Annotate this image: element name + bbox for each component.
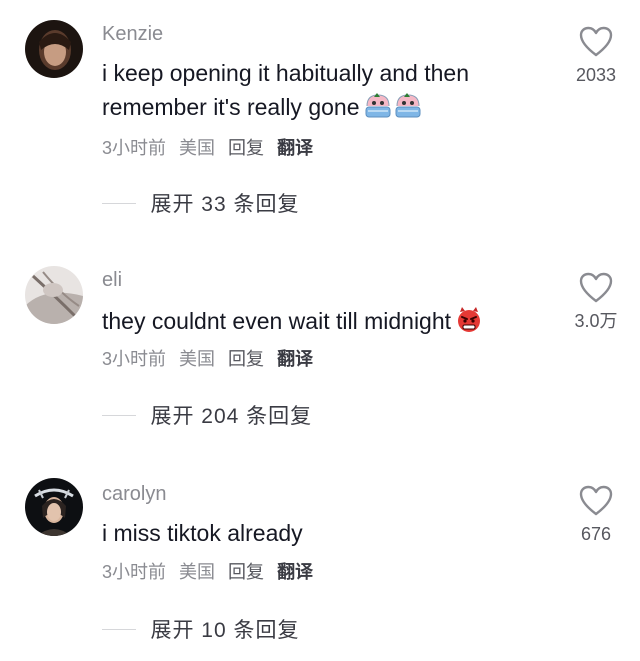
expand-replies-button[interactable]: 展开 204 条回复: [102, 400, 312, 430]
crying-face-emoji: [364, 92, 422, 129]
comment-text-line: they couldnt even wait till midnight: [102, 308, 452, 334]
translate-button[interactable]: 翻译: [277, 349, 313, 369]
comment-meta: 3小时前 美国 回复 翻译: [102, 561, 321, 583]
like-count: 2033: [575, 65, 617, 85]
like-button[interactable]: 2033: [566, 26, 626, 86]
reply-button[interactable]: 回复: [228, 562, 264, 582]
expand-replies-button[interactable]: 展开 33 条回复: [102, 188, 299, 218]
reply-button[interactable]: 回复: [228, 138, 264, 158]
comment-location: 美国: [179, 562, 216, 582]
expand-replies-label: 展开 33 条回复: [150, 193, 300, 216]
translate-button[interactable]: 翻译: [277, 562, 313, 582]
comment-meta: 3小时前 美国 回复 翻译: [102, 348, 321, 370]
avatar[interactable]: [25, 20, 83, 78]
angry-devil-emoji: [455, 306, 483, 343]
heart-icon: [579, 272, 613, 303]
username[interactable]: carolyn: [102, 482, 166, 506]
username[interactable]: Kenzie: [102, 22, 163, 46]
comment-text-line: remember it's really gone: [102, 90, 542, 129]
comment-location: 美国: [179, 349, 216, 369]
comment-time: 3小时前: [102, 138, 167, 158]
comment-time: 3小时前: [102, 349, 167, 369]
expand-divider: [102, 414, 136, 416]
heart-icon: [579, 26, 613, 57]
expand-replies-label: 展开 10 条回复: [150, 619, 300, 642]
like-button[interactable]: 676: [566, 485, 626, 545]
like-button[interactable]: 3.0万: [566, 272, 626, 332]
reply-button[interactable]: 回复: [228, 349, 264, 369]
expand-replies-label: 展开 204 条回复: [150, 405, 313, 428]
avatar[interactable]: [25, 478, 83, 536]
comment-text: i miss tiktok already: [102, 516, 542, 550]
username[interactable]: eli: [102, 268, 122, 292]
comment-text-line: i keep opening it habitually and then: [102, 60, 470, 86]
avatar[interactable]: [25, 266, 83, 324]
heart-icon: [579, 485, 613, 516]
comment-text-line: i miss tiktok already: [102, 520, 303, 546]
comment-meta: 3小时前 美国 回复 翻译: [102, 137, 321, 159]
expand-replies-button[interactable]: 展开 10 条回复: [102, 614, 299, 644]
like-count: 676: [580, 524, 612, 544]
comment-text: they couldnt even wait till midnight: [102, 304, 542, 343]
like-count: 3.0万: [574, 311, 618, 331]
comment-location: 美国: [179, 138, 216, 158]
expand-divider: [102, 628, 136, 630]
expand-divider: [102, 202, 136, 204]
comment-text-fragment: remember it's really gone: [102, 94, 360, 120]
translate-button[interactable]: 翻译: [277, 138, 313, 158]
comment-text: i keep opening it habitually and then re…: [102, 56, 542, 129]
comment-time: 3小时前: [102, 562, 167, 582]
